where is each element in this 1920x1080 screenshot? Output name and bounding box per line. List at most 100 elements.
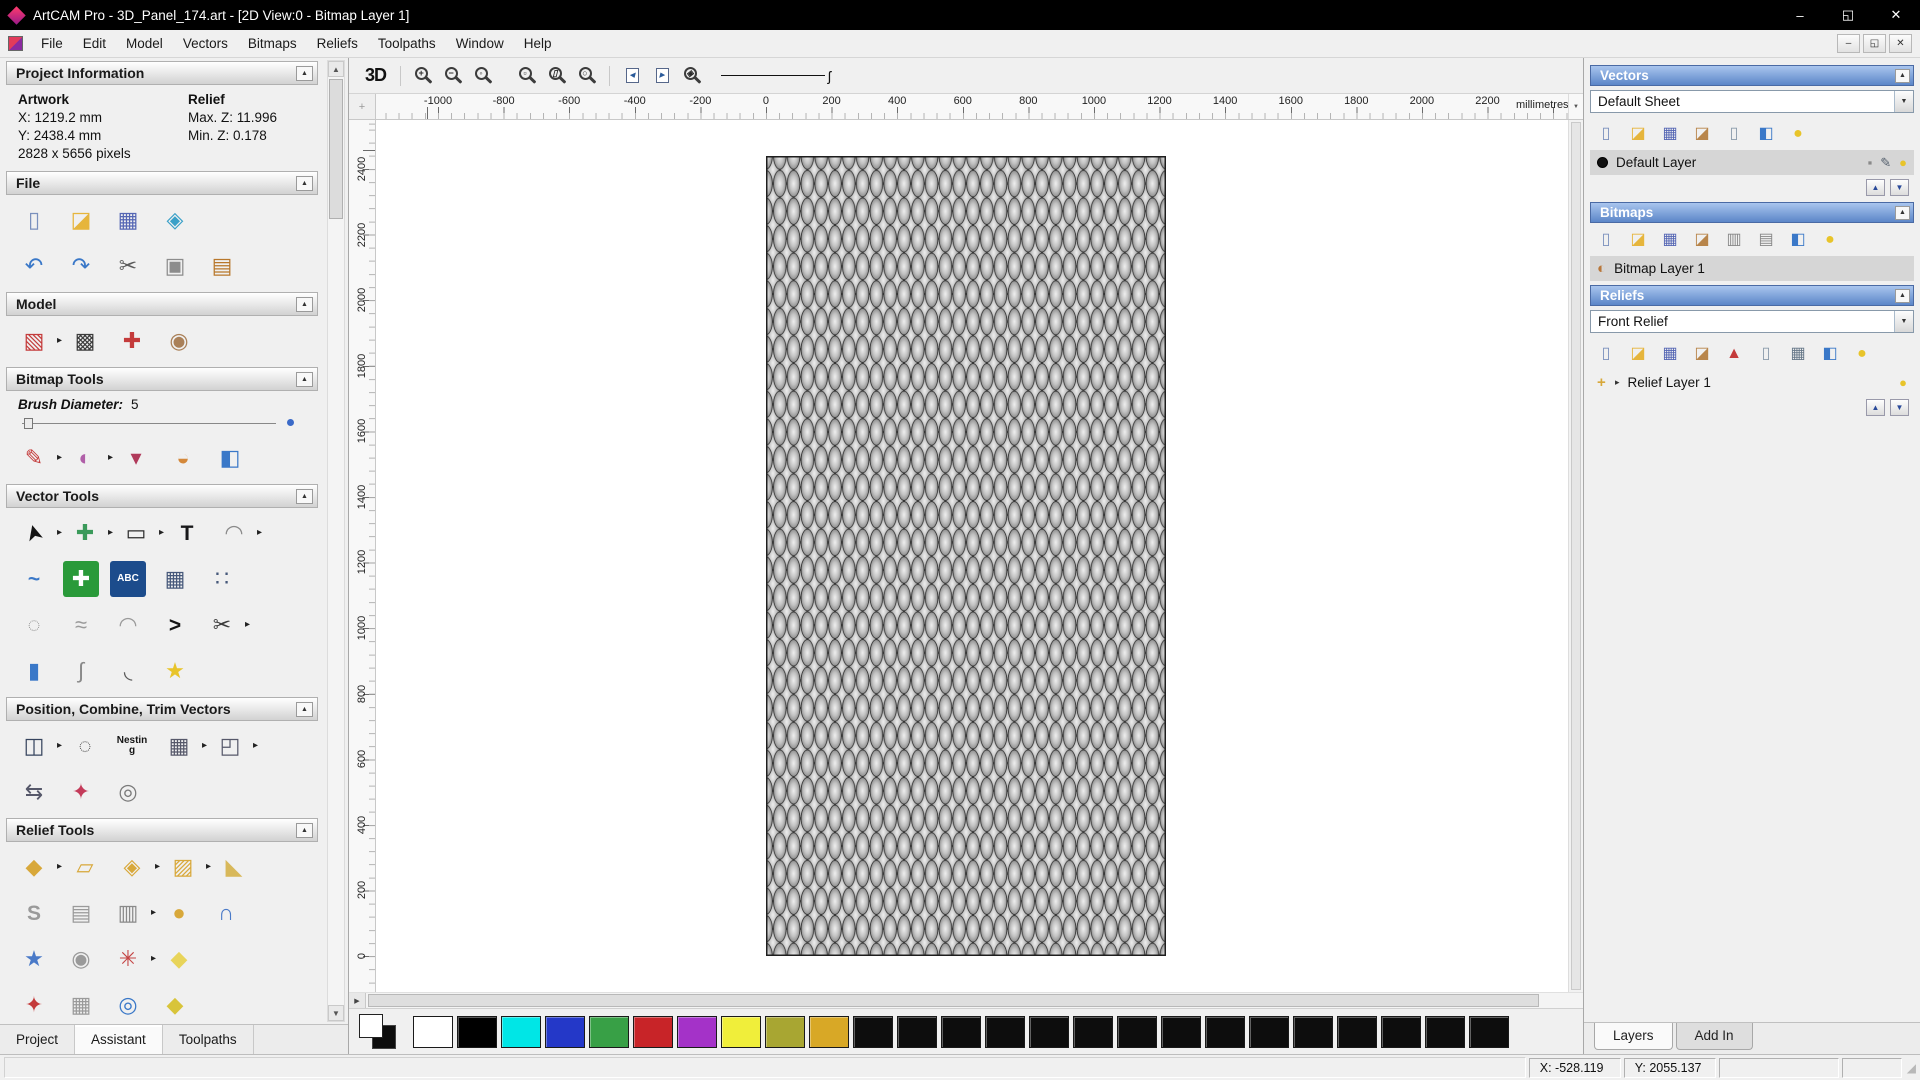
scrollbar-track[interactable] [328, 77, 344, 1005]
hscroll-thumb[interactable] [368, 994, 1539, 1007]
dome-relief-button[interactable]: ◉ [63, 941, 99, 977]
cut-button[interactable]: ✂ [110, 248, 146, 284]
colour-swatch[interactable] [809, 1016, 849, 1048]
trim-vectors-button[interactable]: ✂ [204, 607, 240, 643]
scrollbar-thumb[interactable] [329, 79, 343, 219]
hscroll-track[interactable] [366, 993, 1583, 1008]
primary-colour-indicator[interactable] [359, 1014, 405, 1050]
collapse-icon[interactable]: ▲ [296, 489, 313, 504]
model-header[interactable]: Model ▲ [6, 292, 318, 316]
node-editing-button[interactable]: ~ [16, 561, 52, 597]
menu-vectors[interactable]: Vectors [173, 31, 238, 56]
copy-button[interactable]: ▣ [157, 248, 193, 284]
flyout-arrow[interactable]: ▸ [106, 440, 115, 476]
relief-tools-header[interactable]: Relief Tools ▲ [6, 818, 318, 842]
colour-swatch[interactable] [721, 1016, 761, 1048]
colour-swatch[interactable] [501, 1016, 541, 1048]
scroll-down-icon[interactable]: ▼ [328, 1005, 344, 1021]
ruler-options-icon[interactable]: ▼ [1568, 94, 1583, 119]
relief-calculator-button[interactable]: ▦ [1787, 344, 1809, 364]
vector-tools-header[interactable]: Vector Tools ▲ [6, 484, 318, 508]
collapse-icon[interactable]: ▲ [296, 297, 313, 312]
flyout-arrow[interactable]: ▸ [106, 515, 115, 551]
move-layer-down-button[interactable]: ▼ [1890, 179, 1909, 196]
canvas-vertical-scrollbar[interactable] [1568, 120, 1583, 992]
weave-wizard-button[interactable]: ▤ [63, 895, 99, 931]
mdi-minimize-button[interactable]: – [1837, 34, 1860, 53]
block-copy-button[interactable]: ▦ [161, 728, 197, 764]
colour-swatch[interactable] [1337, 1016, 1377, 1048]
collapse-icon[interactable]: ▲ [296, 66, 313, 81]
relief-visibility-icon[interactable]: ● [1899, 375, 1907, 390]
menu-reliefs[interactable]: Reliefs [307, 31, 368, 56]
relief-layer-name[interactable]: Relief Layer 1 [1628, 375, 1711, 390]
undo-button[interactable]: ↶ [16, 248, 52, 284]
mdi-restore-button[interactable]: ◱ [1863, 34, 1886, 53]
flyout-arrow[interactable]: ▸ [157, 515, 166, 551]
colour-swatch[interactable] [1117, 1016, 1157, 1048]
vector-doctor-button[interactable]: ▮ [16, 653, 52, 689]
add-relief-icon[interactable]: + [1597, 374, 1607, 391]
paint-selective-button[interactable]: ◐ [67, 440, 103, 476]
sweep-profile-button[interactable]: ◆ [157, 987, 193, 1023]
panel-toggle-icon[interactable]: ▶ [349, 993, 366, 1008]
bitmap-layer-name[interactable]: Bitmap Layer 1 [1614, 261, 1705, 276]
flyout-arrow[interactable]: ▸ [204, 849, 213, 885]
set-model-size-button[interactable]: ▧ [16, 323, 52, 359]
zoom-in-button[interactable]: + [409, 63, 437, 89]
zoom-selection-button[interactable]: ◈ [678, 63, 706, 89]
drawing-canvas[interactable] [376, 120, 1568, 992]
flyout-arrow[interactable]: ▸ [200, 728, 209, 764]
zoom-objects-button[interactable]: ○ [573, 63, 601, 89]
import-relief-button[interactable]: ◪ [1691, 344, 1713, 364]
delete-relief-layer-button[interactable]: ◧ [1819, 344, 1841, 364]
save-model-button[interactable]: ▦ [110, 202, 146, 238]
toggle-all-vectors-visibility-button[interactable]: ● [1787, 124, 1809, 144]
shape-editor-button[interactable]: ◈ [114, 849, 150, 885]
flyout-arrow[interactable]: ▸ [149, 941, 158, 977]
colour-swatch[interactable] [1425, 1016, 1465, 1048]
paste-button[interactable]: ▤ [204, 248, 240, 284]
view-3d-button[interactable]: 3D [359, 65, 392, 86]
texture-relief-button[interactable]: ▨ [165, 849, 201, 885]
swirl-relief-button[interactable]: ✳ [110, 941, 146, 977]
open-model-button[interactable]: ◪ [63, 202, 99, 238]
relief-from-image-button[interactable]: ✚ [114, 323, 150, 359]
menu-model[interactable]: Model [116, 31, 173, 56]
redo-button[interactable]: ↷ [63, 248, 99, 284]
save-vector-layer-button[interactable]: ▦ [1659, 124, 1681, 144]
create-bezier-button[interactable]: ◌ [16, 607, 52, 643]
dropdown-icon[interactable]: ▼ [1894, 311, 1913, 332]
create-polyline-button[interactable]: ✚ [63, 561, 99, 597]
menu-file[interactable]: File [31, 31, 73, 56]
colour-swatch[interactable] [765, 1016, 805, 1048]
import-bitmap-button[interactable]: ◪ [1691, 230, 1713, 250]
move-layer-up-button[interactable]: ▲ [1866, 179, 1885, 196]
colour-swatch[interactable] [1249, 1016, 1289, 1048]
toggle-left-panel-button[interactable]: ◀ [618, 63, 646, 89]
resize-grip-icon[interactable]: ◢ [1907, 1061, 1916, 1075]
tab-layers[interactable]: Layers [1594, 1023, 1673, 1050]
colour-swatch[interactable] [897, 1016, 937, 1048]
sheet-select[interactable]: Default Sheet ▼ [1590, 90, 1914, 113]
create-star-button[interactable]: ★ [157, 653, 193, 689]
mirror-vectors-button[interactable]: ⇆ [16, 774, 52, 810]
vectors-header[interactable]: Vectors ▲ [1590, 65, 1914, 86]
bitmap-layer-row[interactable]: ◐ Bitmap Layer 1 [1590, 256, 1914, 281]
import-export-button[interactable]: ◈ [157, 202, 193, 238]
mesh-relief-button[interactable]: ▦ [63, 987, 99, 1023]
expand-icon[interactable]: ▸ [1615, 377, 1620, 388]
menu-window[interactable]: Window [446, 31, 514, 56]
circular-copy-button[interactable]: ◌ [67, 728, 103, 764]
layer-snap-icon[interactable]: ▪ [1868, 155, 1873, 171]
reliefs-header[interactable]: Reliefs ▲ [1590, 285, 1914, 306]
colour-swatch[interactable] [545, 1016, 585, 1048]
zoom-scale-button[interactable]: ◦ [469, 63, 497, 89]
envelope-distort-button[interactable]: ∩ [208, 895, 244, 931]
wrap-text-button[interactable]: ◠ [216, 515, 252, 551]
nesting-button[interactable]: Nesting [114, 728, 150, 764]
menu-help[interactable]: Help [514, 31, 562, 56]
colour-swatch[interactable] [633, 1016, 673, 1048]
offset-relief-button[interactable]: ▥ [110, 895, 146, 931]
new-relief-layer-button[interactable]: ▯ [1595, 344, 1617, 364]
